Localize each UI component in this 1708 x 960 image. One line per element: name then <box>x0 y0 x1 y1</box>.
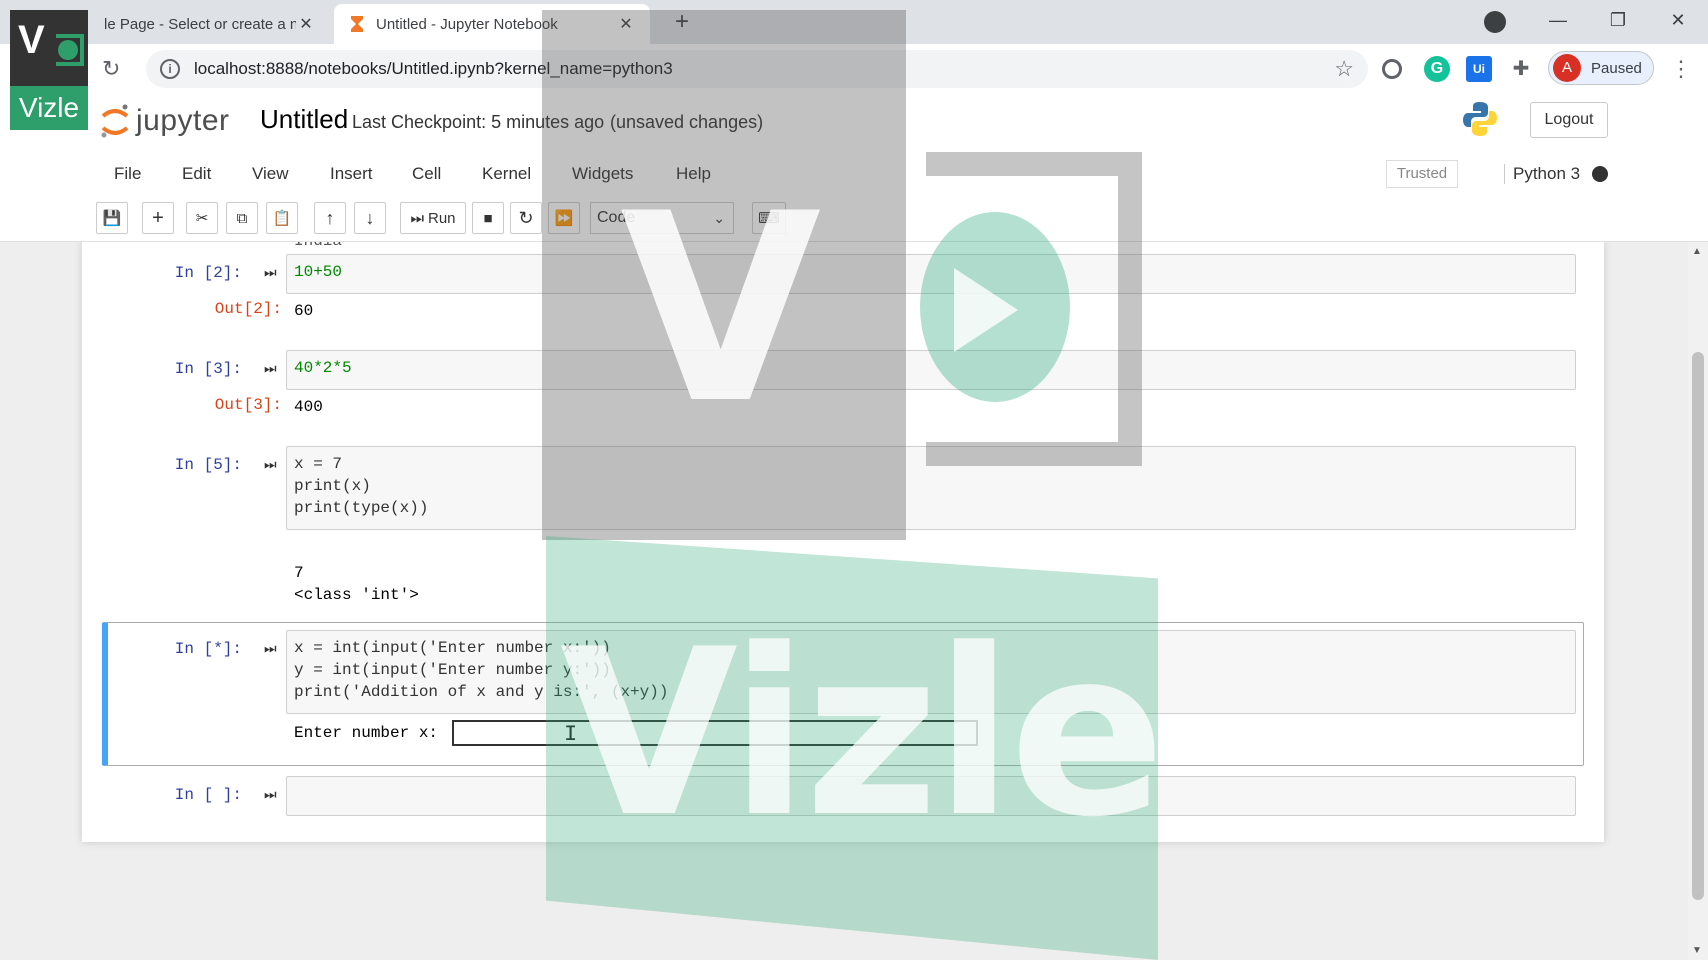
watermark-v-letter: V <box>620 159 822 461</box>
vizle-badge-mark: V <box>10 10 88 86</box>
in-prompt: In [3]: <box>174 360 242 378</box>
move-down-icon[interactable]: ↓ <box>354 202 386 234</box>
logout-button[interactable]: Logout <box>1530 102 1608 138</box>
profile-status: Paused <box>1591 59 1642 77</box>
cell-output: 400 <box>294 398 323 416</box>
run-cell-icon[interactable]: ⏭ <box>264 264 277 281</box>
interrupt-icon[interactable]: ■ <box>472 202 504 234</box>
paste-icon[interactable]: 📋 <box>266 202 298 234</box>
watermark-brand-text: Vizle <box>560 601 1165 868</box>
page-scrollbar[interactable]: ▲ ▼ <box>1688 242 1708 960</box>
kernel-busy-indicator <box>1592 166 1608 182</box>
menu-view[interactable]: View <box>252 164 289 184</box>
in-prompt: In [5]: <box>174 456 242 474</box>
notebook-title[interactable]: Untitled <box>260 104 348 135</box>
watermark-play-icon <box>954 268 1018 352</box>
vizle-badge-text: Vizle <box>10 86 88 130</box>
run-cell-icon[interactable]: ⏭ <box>264 640 277 657</box>
vizle-play-icon <box>58 40 78 60</box>
stdout-line: <class 'int'> <box>294 586 419 604</box>
cut-icon[interactable]: ✂ <box>186 202 218 234</box>
in-prompt: In [*]: <box>174 640 242 658</box>
run-button[interactable]: ⏭ Run <box>400 202 466 234</box>
avatar: A <box>1553 54 1581 82</box>
run-cell-icon[interactable]: ⏭ <box>264 360 277 377</box>
restore-icon[interactable]: ❐ <box>1588 10 1648 31</box>
python-logo-icon <box>1462 100 1498 138</box>
menu-insert[interactable]: Insert <box>330 164 373 184</box>
run-cell-icon[interactable]: ⏭ <box>264 786 277 803</box>
scrollbar-thumb[interactable] <box>1692 352 1704 900</box>
ui-extension-icon[interactable]: Ui <box>1466 56 1492 82</box>
menu-kernel[interactable]: Kernel <box>482 164 531 184</box>
window-controls: — ❐ ✕ <box>1528 0 1708 40</box>
code-line: print(x) <box>294 477 371 495</box>
profile-paused-button[interactable]: A Paused <box>1548 51 1654 85</box>
puzzle-extensions-icon[interactable]: ✚ <box>1508 56 1534 82</box>
copy-icon[interactable]: ⧉ <box>226 202 258 234</box>
menu-cell[interactable]: Cell <box>412 164 441 184</box>
jupyter-logo[interactable]: jupyter <box>100 102 230 140</box>
run-cell-icon[interactable]: ⏭ <box>264 456 277 473</box>
move-up-icon[interactable]: ↑ <box>314 202 346 234</box>
grammarly-icon[interactable]: G <box>1424 56 1450 82</box>
jupyter-logo-icon <box>100 102 130 140</box>
stdin-prompt: Enter number x: <box>294 724 439 742</box>
reload-icon[interactable]: ↻ <box>102 56 120 82</box>
partial-output: India <box>294 242 342 252</box>
in-prompt: In [2]: <box>174 264 242 282</box>
stdout-line: 7 <box>294 564 304 582</box>
run-label: Run <box>427 209 456 227</box>
save-icon[interactable]: 💾 <box>96 202 128 234</box>
jupyter-logo-text: jupyter <box>136 104 230 137</box>
minimize-icon[interactable]: — <box>1528 10 1588 31</box>
out-prompt: Out[2]: <box>214 300 282 318</box>
scroll-down-icon[interactable]: ▼ <box>1692 945 1702 956</box>
vizle-v-letter: V <box>18 18 45 62</box>
cell-output: 60 <box>294 302 314 320</box>
in-prompt: In [ ]: <box>174 786 242 804</box>
bookmark-star-icon[interactable]: ☆ <box>1334 56 1354 82</box>
close-icon[interactable]: ✕ <box>296 14 316 34</box>
vizle-badge-logo: V Vizle <box>10 10 88 130</box>
code-line: print(type(x)) <box>294 499 429 517</box>
info-icon[interactable]: i <box>160 59 180 79</box>
extension-circle-icon[interactable] <box>1382 59 1402 79</box>
trusted-indicator[interactable]: Trusted <box>1386 160 1458 188</box>
run-icon: ⏭ <box>410 209 424 227</box>
insert-cell-icon[interactable]: + <box>142 202 174 234</box>
close-window-icon[interactable]: ✕ <box>1648 10 1708 31</box>
menu-file[interactable]: File <box>114 164 141 184</box>
out-prompt: Out[3]: <box>214 396 282 414</box>
menu-kebab-icon[interactable]: ⋮ <box>1670 56 1692 82</box>
menu-edit[interactable]: Edit <box>182 164 211 184</box>
kernel-name: Python 3 <box>1504 164 1580 184</box>
restart-icon[interactable]: ↻ <box>510 202 542 234</box>
hourglass-icon <box>348 15 366 33</box>
media-control-icon[interactable] <box>1484 11 1506 33</box>
scroll-up-icon[interactable]: ▲ <box>1692 246 1702 257</box>
